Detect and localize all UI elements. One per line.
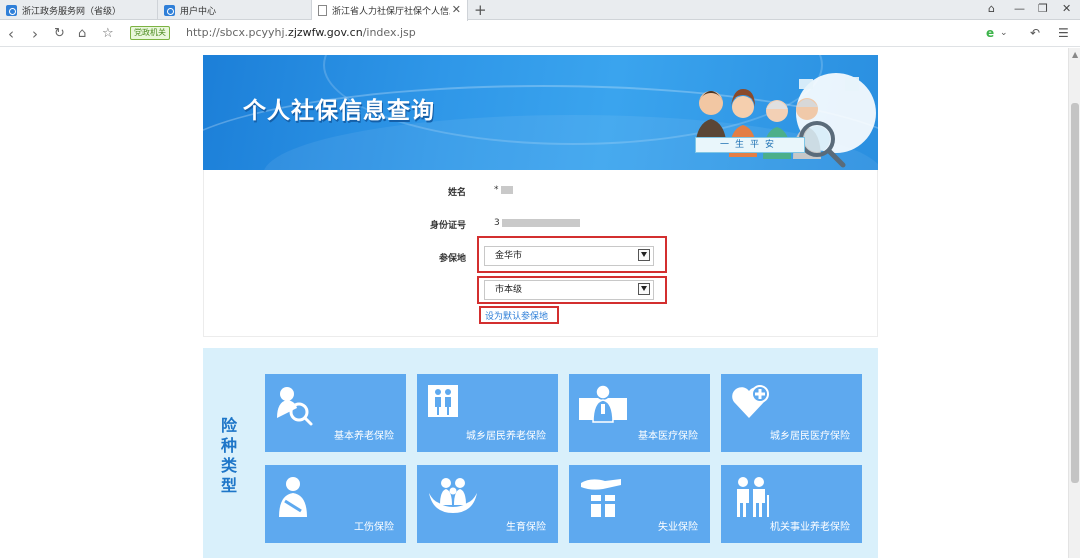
doctor-icon bbox=[579, 384, 627, 423]
close-window-icon[interactable]: ✕ bbox=[1062, 2, 1071, 15]
insured-region-label: 参保地 bbox=[438, 254, 466, 264]
back-icon[interactable]: ‹ bbox=[8, 25, 14, 43]
people-illustration-icon bbox=[695, 73, 876, 168]
tile-basic-medical[interactable]: 基本医疗保险 bbox=[569, 374, 710, 452]
tile-label: 城乡居民养老保险 bbox=[466, 431, 546, 442]
insurance-types-title: 险种类型 bbox=[220, 416, 237, 495]
restore-icon[interactable]: ❐ bbox=[1038, 2, 1048, 15]
city-select-value: 金华市 bbox=[495, 251, 523, 261]
tab-title: 用户中心 bbox=[180, 6, 217, 17]
tab-social-security[interactable]: 浙江省人力社保厅社保个人信息 ✕ bbox=[312, 0, 468, 21]
chevron-down-icon[interactable]: ⌄ bbox=[1000, 28, 1008, 38]
tile-label: 机关事业养老保险 bbox=[770, 522, 850, 533]
refresh-icon[interactable]: ↻ bbox=[54, 26, 65, 41]
scrollbar-thumb[interactable] bbox=[1071, 103, 1079, 483]
tile-basic-pension[interactable]: 基本养老保险 bbox=[265, 374, 406, 452]
family-hands-icon bbox=[429, 478, 477, 513]
bookmark-star-icon[interactable]: ☆ bbox=[102, 26, 114, 41]
redaction-mask bbox=[501, 218, 580, 227]
tile-maternity[interactable]: 生育保险 bbox=[417, 465, 558, 543]
gov-verified-badge[interactable]: 党政机关 bbox=[130, 26, 170, 40]
hand-box-icon bbox=[581, 479, 621, 517]
tile-institution-pension[interactable]: 机关事业养老保险 bbox=[721, 465, 862, 543]
new-tab-icon[interactable]: + bbox=[474, 1, 487, 19]
minimize-icon[interactable]: — bbox=[1014, 2, 1025, 15]
tab-title: 浙江政务服务网（省级） bbox=[22, 6, 122, 17]
home-icon[interactable]: ⌂ bbox=[78, 26, 86, 41]
tile-label: 基本医疗保险 bbox=[638, 431, 698, 442]
tile-label: 生育保险 bbox=[506, 522, 546, 533]
forward-icon[interactable]: › bbox=[32, 25, 38, 43]
tab-title: 浙江省人力社保厅社保个人信息 bbox=[332, 7, 450, 17]
skin-icon[interactable]: ⌂ bbox=[988, 2, 995, 15]
undo-icon[interactable]: ↶ bbox=[1030, 26, 1040, 40]
tile-label: 基本养老保险 bbox=[334, 431, 394, 442]
url-domain: zjzwfw.gov.cn bbox=[288, 26, 363, 39]
name-value: * bbox=[494, 185, 513, 195]
page-icon bbox=[318, 5, 327, 16]
tile-label: 失业保险 bbox=[658, 522, 698, 533]
page-banner: 个人社保信息查询 一生平安 bbox=[203, 55, 878, 170]
tile-work-injury[interactable]: 工伤保险 bbox=[265, 465, 406, 543]
url-suffix: /index.jsp bbox=[362, 26, 416, 39]
vertical-scrollbar[interactable]: ▲ bbox=[1068, 48, 1080, 558]
browser-logo-icon[interactable]: e bbox=[986, 26, 994, 40]
city-select[interactable]: 金华市 bbox=[484, 246, 654, 266]
site-favicon-icon bbox=[6, 4, 17, 16]
insurance-types-panel: 险种类型 基本养老保险 城乡居民养老保险 基本医疗保险 城乡居民医疗保险 工伤保… bbox=[203, 348, 878, 558]
heart-plus-icon bbox=[732, 385, 769, 418]
page-title: 个人社保信息查询 bbox=[243, 98, 435, 124]
tile-resident-pension[interactable]: 城乡居民养老保险 bbox=[417, 374, 558, 452]
menu-icon[interactable]: ☰ bbox=[1058, 26, 1069, 40]
elderly-cane-icon bbox=[737, 477, 769, 517]
district-select-value: 市本级 bbox=[495, 285, 523, 295]
district-select[interactable]: 市本级 bbox=[484, 280, 654, 300]
tile-unemployment[interactable]: 失业保险 bbox=[569, 465, 710, 543]
banner-ribbon: 一生平安 bbox=[695, 137, 805, 153]
set-default-region-link[interactable]: 设为默认参保地 bbox=[485, 309, 548, 322]
name-label: 姓名 bbox=[447, 188, 466, 198]
tile-label: 工伤保险 bbox=[354, 522, 394, 533]
id-number-value: 3 bbox=[494, 218, 580, 228]
injured-person-icon bbox=[279, 477, 307, 517]
redaction-mask bbox=[500, 185, 513, 194]
site-favicon-icon bbox=[164, 4, 175, 16]
tab-user-center[interactable]: 用户中心 bbox=[158, 0, 312, 20]
elderly-couple-icon bbox=[428, 385, 458, 417]
scroll-up-icon[interactable]: ▲ bbox=[1072, 50, 1078, 59]
url-prefix: http://sbcx.pcyyhj. bbox=[186, 26, 289, 39]
person-search-icon bbox=[277, 387, 313, 426]
address-bar: ‹ › ↻ ⌂ ☆ 党政机关 http://sbcx.pcyyhj.zjzwfw… bbox=[0, 21, 1080, 47]
id-number-label: 身份证号 bbox=[429, 221, 466, 231]
tab-zhejiang-gov[interactable]: 浙江政务服务网（省级） bbox=[0, 0, 158, 20]
browser-tab-bar: 浙江政务服务网（省级） 用户中心 浙江省人力社保厅社保个人信息 ✕ + ⌂ — … bbox=[0, 0, 1080, 21]
close-tab-icon[interactable]: ✕ bbox=[452, 3, 461, 16]
dropdown-arrow-icon[interactable] bbox=[638, 249, 650, 261]
url-field[interactable]: http://sbcx.pcyyhj.zjzwfw.gov.cn/index.j… bbox=[186, 26, 416, 39]
tile-label: 城乡居民医疗保险 bbox=[770, 431, 850, 442]
dropdown-arrow-icon[interactable] bbox=[638, 283, 650, 295]
tile-resident-medical[interactable]: 城乡居民医疗保险 bbox=[721, 374, 862, 452]
